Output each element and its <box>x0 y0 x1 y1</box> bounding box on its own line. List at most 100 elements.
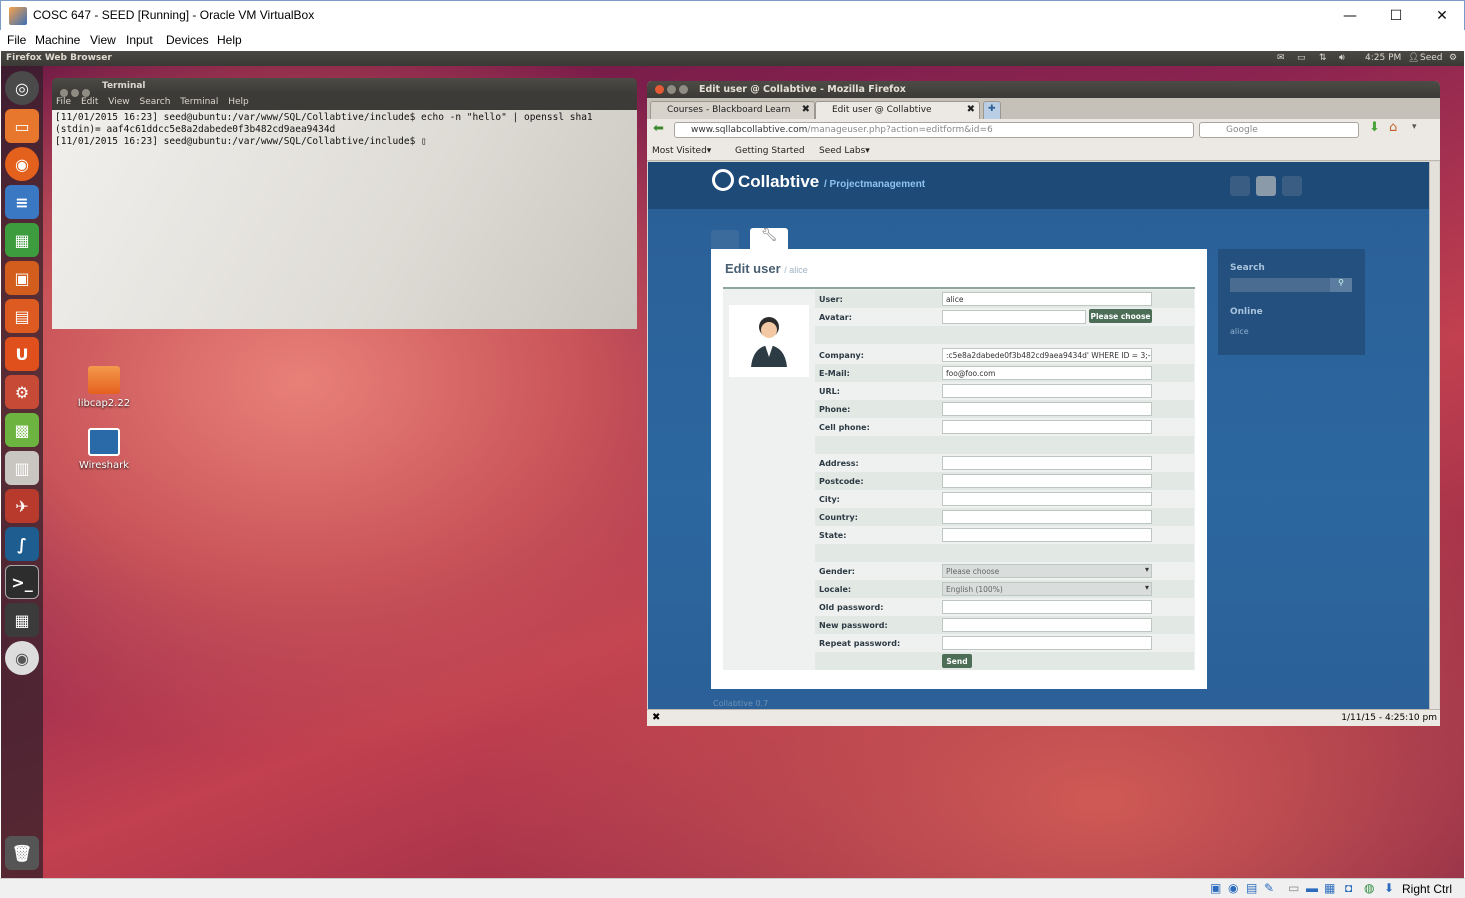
online-user[interactable]: alice <box>1230 327 1249 336</box>
sidebar-search-input[interactable] <box>1230 278 1330 292</box>
volume-icon[interactable]: 🔊︎ <box>1339 53 1345 63</box>
software-center-icon[interactable]: ▤ <box>5 299 39 333</box>
cellphone-field[interactable] <box>942 420 1152 434</box>
clock[interactable]: 4:25 PM <box>1365 53 1401 63</box>
bookmark-most-visited[interactable]: Most Visited▾ <box>652 146 711 156</box>
minimize-button[interactable]: — <box>1327 1 1373 31</box>
state-field[interactable] <box>942 528 1152 542</box>
usb-icon[interactable]: ▭ <box>1288 881 1299 895</box>
audio-icon[interactable]: ▤ <box>1246 881 1257 895</box>
postcode-field[interactable] <box>942 474 1152 488</box>
ubuntu-one-icon[interactable]: U <box>5 337 39 371</box>
firefox-window[interactable]: Edit user @ Collabtive - Mozilla Firefox… <box>647 81 1440 726</box>
terminal-menu-help[interactable]: Help <box>228 97 249 107</box>
tab-collabtive[interactable]: Edit user @ Collabtive ✖ <box>815 101 980 119</box>
desktop-icon-wireshark[interactable]: Wireshark <box>74 428 134 471</box>
tab-desktop-icon[interactable] <box>711 230 739 249</box>
system-settings-icon[interactable]: ⚙ <box>5 375 39 409</box>
gear-icon[interactable]: ⚙ <box>1449 53 1457 63</box>
firefox-icon[interactable]: ◉ <box>5 147 39 181</box>
company-field[interactable]: :c5e8a2dabede0f3b482cd9aea9434d' WHERE I… <box>942 348 1152 362</box>
menu-file[interactable]: File <box>7 33 26 47</box>
display-icon[interactable]: ▦ <box>1324 881 1335 895</box>
send-button[interactable]: Send <box>942 654 972 668</box>
download-icon[interactable]: ⬇ <box>1369 120 1380 135</box>
menu-help[interactable]: Help <box>217 33 242 47</box>
menu-chevron-icon[interactable]: ▾ <box>1412 122 1417 132</box>
wireshark-icon[interactable]: ∫ <box>5 527 39 561</box>
close-tab-icon[interactable]: ✖ <box>967 104 975 115</box>
mail-icon[interactable]: ✉ <box>1277 53 1285 63</box>
url-field[interactable] <box>942 384 1152 398</box>
country-field[interactable] <box>942 510 1152 524</box>
user-field[interactable]: alice <box>942 292 1152 306</box>
dvd-icon[interactable]: ◉ <box>5 641 39 675</box>
bookmark-getting-started[interactable]: Getting Started <box>735 146 805 156</box>
terminal-window[interactable]: Terminal File Edit View Search Terminal … <box>52 78 637 329</box>
battery-icon[interactable]: ▭ <box>1297 53 1306 63</box>
terminal-menu-terminal[interactable]: Terminal <box>180 97 218 107</box>
window-controls[interactable] <box>60 82 93 101</box>
menu-machine[interactable]: Machine <box>35 33 80 47</box>
old-password-field[interactable] <box>942 600 1152 614</box>
choose-avatar-button[interactable]: Please choose <box>1089 309 1152 323</box>
form-row-user: User: alice <box>815 290 1194 308</box>
terminal-icon[interactable]: >_ <box>5 565 39 599</box>
writer-icon[interactable]: ≡ <box>5 185 39 219</box>
bookmark-seed-labs[interactable]: Seed Labs▾ <box>819 146 870 156</box>
search-icon[interactable]: ⚲ <box>1330 278 1352 292</box>
new-password-field[interactable] <box>942 618 1152 632</box>
admin-icon[interactable] <box>1256 176 1276 196</box>
city-field[interactable] <box>942 492 1152 506</box>
impress-icon[interactable]: ▣ <box>5 261 39 295</box>
terminal-menu-search[interactable]: Search <box>139 97 170 107</box>
files-icon[interactable]: ▭ <box>5 109 39 143</box>
repeat-password-field[interactable] <box>942 636 1152 650</box>
shared-folders-icon[interactable]: ▬ <box>1306 881 1318 895</box>
dash-home-icon[interactable]: ◎ <box>5 71 39 105</box>
workspace-switcher-icon[interactable]: ▦ <box>5 603 39 637</box>
video-capture-icon[interactable]: ◘ <box>1345 881 1352 895</box>
new-tab-button[interactable]: ✚ <box>983 101 1001 119</box>
close-button[interactable]: ✕ <box>1419 1 1465 31</box>
printer-icon[interactable]: ▥ <box>5 451 39 485</box>
logout-icon[interactable] <box>1282 176 1302 196</box>
url-bar[interactable]: www.sqllabcollabtive.com/manageuser.php?… <box>674 122 1194 138</box>
menu-devices[interactable]: Devices <box>166 33 209 47</box>
avatar-file-field[interactable] <box>942 310 1086 324</box>
maximize-button[interactable]: ☐ <box>1373 1 1419 31</box>
desktop-icon-libcap[interactable]: libcap2.22 <box>74 366 134 409</box>
terminal-output[interactable]: [11/01/2015 16:23] seed@ubuntu:/var/www/… <box>52 110 637 329</box>
phone-field[interactable] <box>942 402 1152 416</box>
locale-select[interactable]: English (100%) <box>942 582 1152 596</box>
user-name[interactable]: Seed <box>1420 53 1443 63</box>
user-icon[interactable]: 👤︎ <box>1408 53 1419 63</box>
bird-app-icon[interactable]: ✈ <box>5 489 39 523</box>
tab-blackboard[interactable]: Courses - Blackboard Learn ✖ <box>650 101 815 119</box>
search-input[interactable]: Google <box>1199 122 1359 138</box>
wrench-tab-icon[interactable]: 🔧︎ <box>750 228 788 249</box>
email-field[interactable]: foo@foo.com <box>942 366 1152 380</box>
window-controls[interactable] <box>655 85 691 97</box>
network-adapter-icon[interactable]: ✎ <box>1264 881 1274 895</box>
optical-drive-icon[interactable]: ◉ <box>1228 881 1238 895</box>
trash-icon[interactable]: 🗑︎ <box>5 836 39 870</box>
gender-select[interactable]: Please choose <box>942 564 1152 578</box>
host-key-icon[interactable]: ⬇ <box>1384 881 1394 895</box>
back-arrow-icon[interactable]: ⬅ <box>653 121 664 136</box>
address-field[interactable] <box>942 456 1152 470</box>
network-icon[interactable]: ⇅ <box>1319 53 1327 63</box>
terminal-menu-view[interactable]: View <box>108 97 129 107</box>
collabtive-logo[interactable]: Collabtive / Projectmanagement <box>712 169 925 192</box>
calc-icon[interactable]: ▦ <box>5 223 39 257</box>
workspaces-icon[interactable]: ▩ <box>5 413 39 447</box>
home-icon[interactable]: ⌂ <box>1389 120 1397 135</box>
close-icon[interactable]: ✖ <box>652 712 660 723</box>
mouse-integration-icon[interactable]: ◍ <box>1364 881 1374 895</box>
vertical-scrollbar[interactable] <box>1429 162 1439 709</box>
hdd-icon[interactable]: ▣ <box>1210 881 1221 895</box>
desktop-icon[interactable] <box>1230 176 1250 196</box>
menu-view[interactable]: View <box>90 33 116 47</box>
menu-input[interactable]: Input <box>126 33 153 47</box>
close-tab-icon[interactable]: ✖ <box>802 104 810 115</box>
